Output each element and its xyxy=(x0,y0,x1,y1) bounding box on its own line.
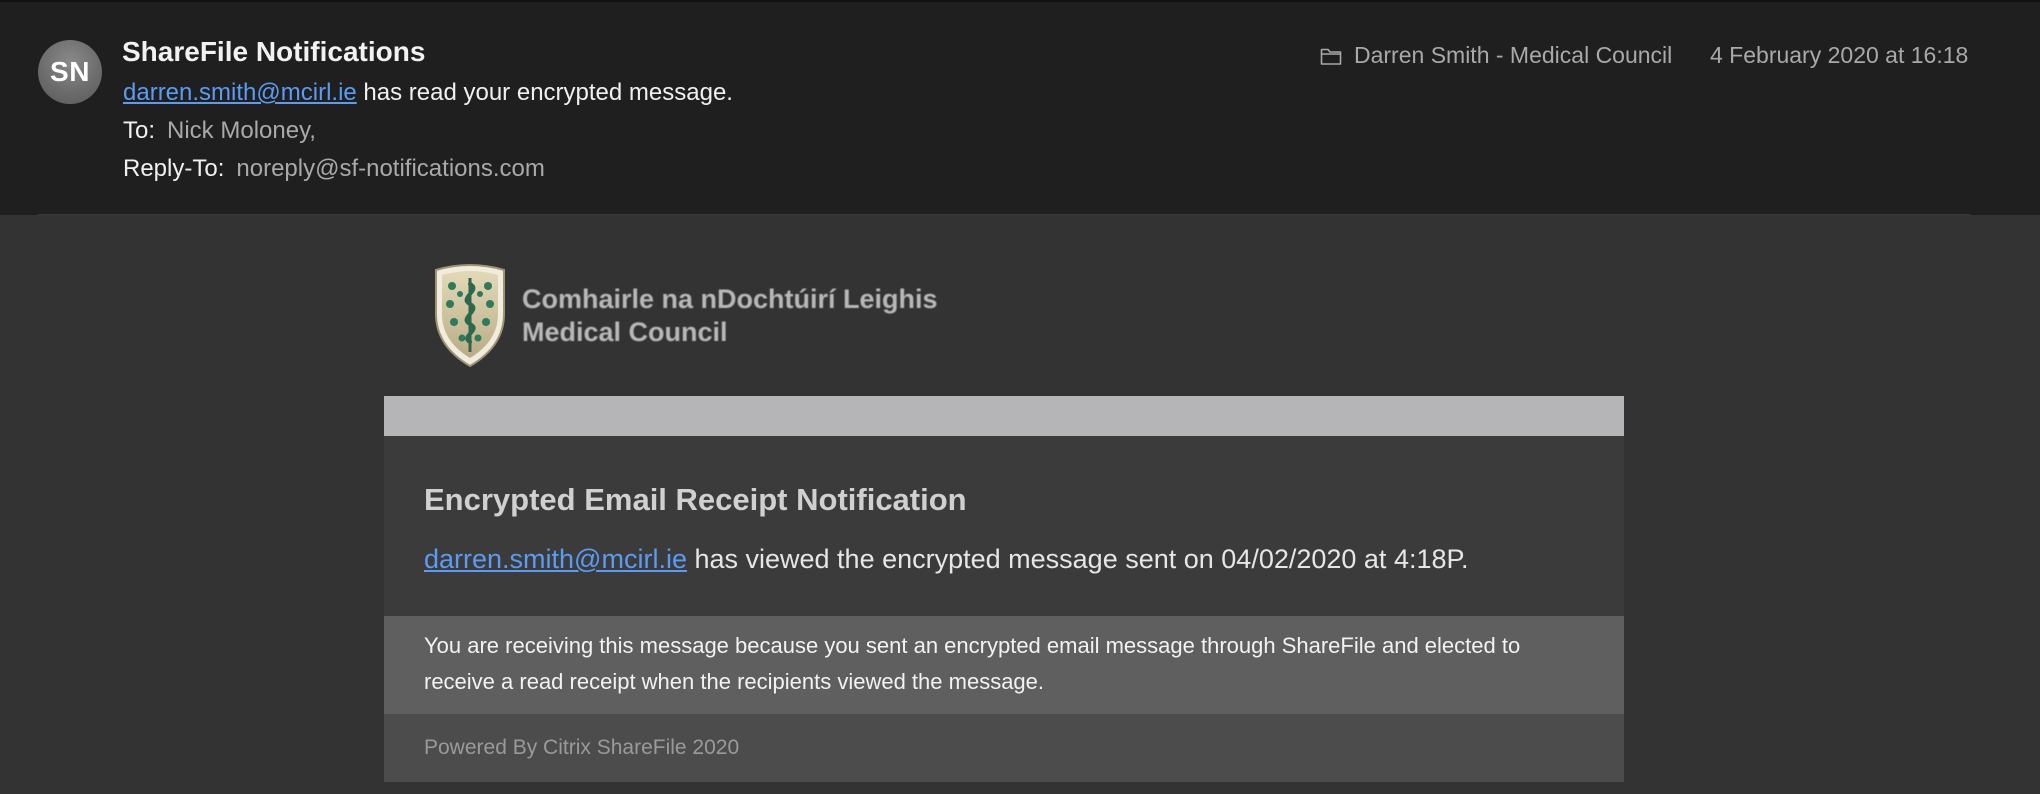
logo-text-irish: Comhairle na nDochtúirí Leighis xyxy=(522,284,938,314)
message-date: 4 February 2020 at 16:18 xyxy=(1710,42,1969,68)
footer-text: Powered By Citrix ShareFile 2020 xyxy=(424,736,740,759)
summary-email-link[interactable]: darren.smith@mcirl.ie xyxy=(123,79,357,106)
to-label: To: xyxy=(123,117,156,144)
card-notice: You are receiving this message because y… xyxy=(384,616,1624,714)
mailbox-folder[interactable]: Darren Smith - Medical Council xyxy=(1320,42,1672,69)
to-row: To: Nick Moloney, xyxy=(123,117,316,145)
logo-text-english: Medical Council xyxy=(522,317,728,347)
avatar-initials: SN xyxy=(50,56,90,87)
card-message: darren.smith@mcirl.ie has viewed the enc… xyxy=(424,544,1469,575)
reply-to-label: Reply-To: xyxy=(123,155,225,182)
summary-text: has read your encrypted message. xyxy=(356,79,733,106)
card-title: Encrypted Email Receipt Notification xyxy=(424,482,967,517)
reply-to-address[interactable]: noreply@sf-notifications.com xyxy=(236,155,544,182)
notice-text: You are receiving this message because y… xyxy=(424,633,1521,694)
reply-to-row: Reply-To: noreply@sf-notifications.com xyxy=(123,155,545,183)
card-footer: Powered By Citrix ShareFile 2020 xyxy=(384,714,1624,782)
sender-name[interactable]: ShareFile Notifications xyxy=(122,36,425,68)
card-top-band xyxy=(384,396,1624,436)
card-email-link[interactable]: darren.smith@mcirl.ie xyxy=(424,544,687,574)
card-message-text: has viewed the encrypted message sent on… xyxy=(686,544,1469,574)
message-summary: darren.smith@mcirl.ie has read your encr… xyxy=(123,79,733,107)
header-divider xyxy=(38,214,1970,215)
to-recipient[interactable]: Nick Moloney, xyxy=(167,117,316,144)
crest-icon xyxy=(435,264,505,368)
folder-icon xyxy=(1320,48,1342,65)
message-header: SN ShareFile Notifications darren.smith@… xyxy=(0,0,2040,215)
folder-name: Darren Smith - Medical Council xyxy=(1354,42,1673,68)
notification-card: Encrypted Email Receipt Notification dar… xyxy=(384,396,1624,782)
sender-avatar[interactable]: SN xyxy=(38,40,102,104)
medical-council-logo: Comhairle na nDochtúirí Leighis Medical … xyxy=(430,262,950,372)
card-main: Encrypted Email Receipt Notification dar… xyxy=(384,436,1624,616)
